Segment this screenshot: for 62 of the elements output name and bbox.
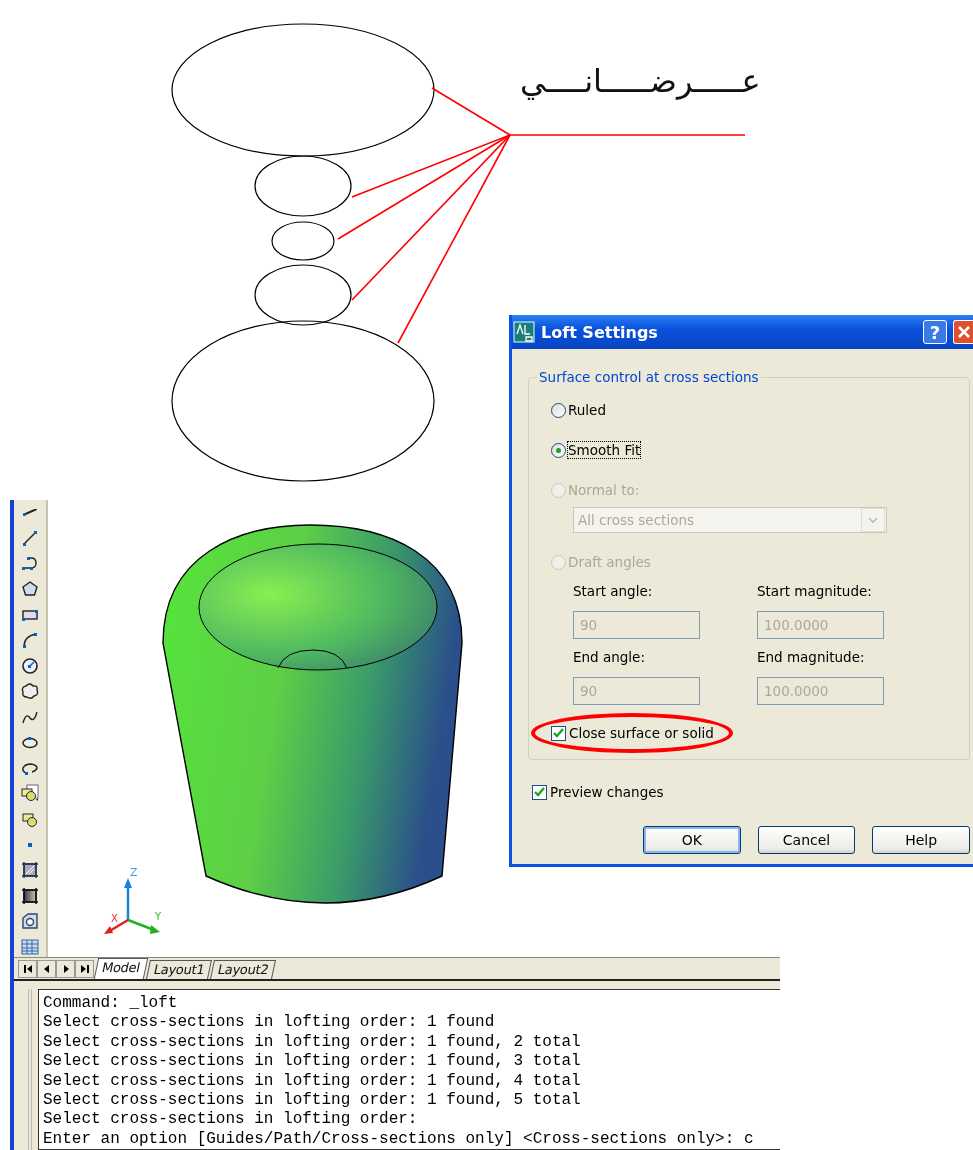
checkbox[interactable]: [532, 784, 547, 800]
dialog-button[interactable]: Help: [872, 826, 970, 854]
close-button[interactable]: [953, 320, 973, 344]
last-page-icon: [79, 964, 90, 974]
cloud-icon: [21, 682, 39, 701]
field-label: End angle:: [573, 649, 646, 667]
axis-label: Z: [130, 866, 138, 879]
checkbox[interactable]: [551, 725, 566, 741]
command-line-text: Select cross-sections in lofting order:: [43, 1110, 419, 1130]
block-icon: [21, 810, 39, 829]
command-line-text: Select cross-sections in lofting order: 1 found, 4 total: [43, 1071, 582, 1092]
annotation-label: عـــــرضـــــانــــي: [520, 62, 761, 100]
checkbox-label: Preview changes: [550, 784, 664, 800]
field-label: Start magnitude:: [757, 583, 873, 601]
region-icon: [21, 912, 39, 931]
arc-icon: [21, 631, 39, 650]
layout-tab[interactable]: Layout2: [209, 960, 277, 979]
field-label: Start angle:: [573, 583, 654, 601]
pentagon-icon: [21, 579, 39, 598]
hatch-icon: [21, 861, 39, 880]
radio-button[interactable]: [551, 442, 566, 458]
polyline-icon: [21, 554, 39, 573]
dialog-title: Loft Settings: [541, 322, 659, 342]
option-label: Smooth Fit: [568, 442, 641, 458]
close-icon: [956, 325, 971, 339]
app-icon: [513, 321, 535, 343]
next-page-button[interactable]: [56, 960, 75, 978]
layout-tab[interactable]: Layout1: [145, 960, 212, 979]
block-icon: [21, 784, 39, 803]
table-icon: [21, 937, 39, 956]
dialog-button[interactable]: OK: [643, 826, 741, 854]
block-tool-button[interactable]: [18, 783, 42, 804]
field-label: End magnitude:: [757, 649, 866, 667]
point-icon: [28, 842, 32, 847]
command-line-text: Enter an option [Guides/Path/Cross-sections only] <Cross-sections only>: c: [43, 1129, 755, 1150]
chevron-down-icon: [868, 516, 878, 524]
line-icon: [21, 528, 39, 547]
last-page-button[interactable]: [75, 960, 94, 978]
first-page-button[interactable]: [18, 960, 37, 978]
option-label: Ruled: [568, 402, 606, 418]
command-line-text: Select cross-sections in lofting order: 1 found, 2 total: [43, 1032, 582, 1053]
group-label: Surface control at cross sections: [538, 369, 760, 385]
help-button[interactable]: ?: [923, 320, 947, 344]
radio-button[interactable]: [551, 402, 566, 418]
gradient-icon: [21, 886, 39, 905]
layout-tab[interactable]: Model: [93, 958, 148, 979]
option-label: Draft angles: [568, 554, 651, 570]
command-line-text: Select cross-sections in lofting order: 1 found, 3 total: [43, 1052, 582, 1072]
previous-page-button[interactable]: [37, 960, 56, 978]
circle-icon: [21, 656, 39, 675]
axis-label: Y: [155, 911, 162, 922]
first-page-icon: [22, 964, 33, 974]
command-line-text: Select cross-sections in lofting order: 1 found, 5 total: [43, 1091, 582, 1111]
ucs-axes-icon: [104, 878, 160, 934]
command-line-text: Command: _loft: [43, 994, 179, 1014]
dialog-button[interactable]: Cancel: [757, 826, 856, 854]
line-icon: [22, 508, 38, 516]
command-line-text: Select cross-sections in lofting order: 1 found: [43, 1013, 496, 1033]
axis-label: X: [111, 913, 118, 924]
dropdown-value: All cross sections: [578, 512, 694, 528]
option-label: Normal to:: [568, 482, 640, 498]
checkbox-label: Close surface or solid: [569, 725, 714, 741]
